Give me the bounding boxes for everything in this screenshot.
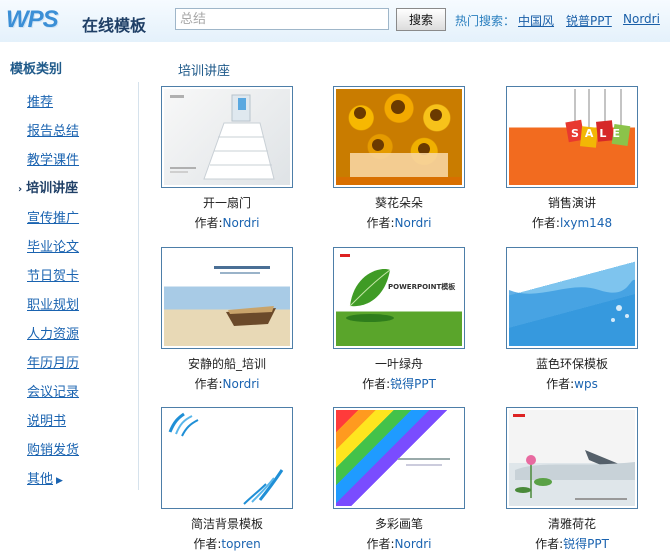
sidebar-item-minutes[interactable]: 会议记录 xyxy=(27,381,79,400)
sidebar-item-career[interactable]: 职业规划 xyxy=(27,294,79,313)
triangle-right-icon: ▶ xyxy=(56,476,63,486)
sunflower-image xyxy=(336,89,462,185)
sidebar-title: 模板类别 xyxy=(10,62,63,77)
stairs-door-image xyxy=(164,89,290,185)
wps-logo: WPS xyxy=(6,6,74,34)
template-card: 葵花朵朵 作者:Nordri xyxy=(329,86,469,231)
template-card: 开一扇门 作者:Nordri xyxy=(157,86,297,231)
template-name: 销售演讲 xyxy=(547,196,596,210)
template-thumbnail[interactable] xyxy=(333,407,465,509)
search-input[interactable] xyxy=(175,8,389,30)
author-link[interactable]: Nordri xyxy=(223,377,260,391)
template-thumbnail[interactable] xyxy=(161,247,293,349)
template-thumbnail[interactable]: POWERPOINT模板 xyxy=(333,247,465,349)
section-title: 培训讲座 xyxy=(178,64,231,79)
sidebar-item-other[interactable]: 其他 ▶ xyxy=(27,468,63,487)
sidebar-item-sales[interactable]: 购销发货 xyxy=(27,439,79,458)
green-leaf-image: POWERPOINT模板 xyxy=(336,250,462,346)
sidebar-item-holiday-card[interactable]: 节日贺卡 xyxy=(27,265,79,284)
sidebar-item-calendar[interactable]: 年历月历 xyxy=(27,352,79,371)
template-card: POWERPOINT模板 一叶绿舟 作者:锐得PPT xyxy=(329,247,469,392)
template-author: 作者:Nordri xyxy=(366,216,432,230)
template-thumbnail[interactable] xyxy=(506,407,638,509)
sidebar-item-training[interactable]: › 培训讲座 xyxy=(18,177,78,196)
template-thumbnail[interactable] xyxy=(506,247,638,349)
sale-text: SALE xyxy=(571,127,626,140)
active-bullet-icon: › xyxy=(18,184,23,195)
hot-search-label: 热门搜索： xyxy=(455,14,516,28)
author-link[interactable]: 锐得PPT xyxy=(563,537,609,551)
simple-background-image xyxy=(164,410,290,506)
hot-link-1[interactable]: 中国风 xyxy=(518,12,554,29)
template-card: 安静的船_培训 作者:Nordri xyxy=(157,247,297,392)
template-name: 安静的船_培训 xyxy=(187,357,266,371)
template-author: 作者:topren xyxy=(193,537,261,551)
author-link[interactable]: lxym148 xyxy=(560,216,612,230)
template-card: 清雅荷花 作者:锐得PPT xyxy=(502,407,642,552)
author-link[interactable]: Nordri xyxy=(223,216,260,230)
author-link[interactable]: Nordri xyxy=(395,537,432,551)
blue-water-image xyxy=(509,250,635,346)
template-thumbnail[interactable]: SALE xyxy=(506,86,638,188)
hot-link-2[interactable]: 锐普PPT xyxy=(566,12,612,29)
hot-link-3[interactable]: Nordri xyxy=(623,12,660,26)
template-author: 作者:Nordri xyxy=(194,216,260,230)
sidebar-item-manual[interactable]: 说明书 xyxy=(27,410,66,429)
template-name: 清雅荷花 xyxy=(547,517,596,531)
template-name: 蓝色环保模板 xyxy=(535,357,608,371)
template-author: 作者:lxym148 xyxy=(531,216,613,230)
sidebar-item-label: 其他 xyxy=(27,472,54,487)
template-author: 作者:锐得PPT xyxy=(535,537,609,551)
template-name: 简洁背景模板 xyxy=(190,517,263,531)
sidebar-item-thesis[interactable]: 毕业论文 xyxy=(27,236,79,255)
sidebar-item-promotion[interactable]: 宣传推广 xyxy=(27,207,79,226)
template-author: 作者:锐得PPT xyxy=(362,377,436,391)
template-card: SALE 销售演讲 作者:lxym148 xyxy=(502,86,642,231)
template-name: 一叶绿舟 xyxy=(374,357,423,371)
template-thumbnail[interactable] xyxy=(333,86,465,188)
author-link[interactable]: Nordri xyxy=(395,216,432,230)
sidebar-item-report[interactable]: 报告总结 xyxy=(27,120,79,139)
sidebar-item-courseware[interactable]: 教学课件 xyxy=(27,149,79,168)
author-link[interactable]: topren xyxy=(221,537,260,551)
lotus-boat-image xyxy=(509,410,635,506)
template-author: 作者:wps xyxy=(546,377,598,391)
template-name: 葵花朵朵 xyxy=(374,196,423,210)
sidebar-item-recommend[interactable]: 推荐 xyxy=(27,91,53,110)
boat-beach-image xyxy=(164,250,290,346)
app-title: 在线模板 xyxy=(82,16,147,35)
sidebar-item-label: 培训讲座 xyxy=(26,181,79,196)
author-link[interactable]: 锐得PPT xyxy=(390,377,436,391)
colored-pencils-image xyxy=(336,410,462,506)
search-button[interactable]: 搜索 xyxy=(396,8,446,31)
logo-text: WPS xyxy=(6,6,59,33)
sidebar-divider xyxy=(138,82,139,490)
template-card: 多彩画笔 作者:Nordri xyxy=(329,407,469,552)
author-link[interactable]: wps xyxy=(574,377,598,391)
template-author: 作者:Nordri xyxy=(366,537,432,551)
template-card: 简洁背景模板 作者:topren xyxy=(157,407,297,552)
template-card: 蓝色环保模板 作者:wps xyxy=(502,247,642,392)
template-thumbnail[interactable] xyxy=(161,407,293,509)
sidebar-item-hr[interactable]: 人力资源 xyxy=(27,323,79,342)
template-author: 作者:Nordri xyxy=(194,377,260,391)
sale-tags-image: SALE xyxy=(509,89,635,185)
template-thumbnail[interactable] xyxy=(161,86,293,188)
template-name: 多彩画笔 xyxy=(374,517,423,531)
template-name: 开一扇门 xyxy=(202,196,251,210)
powerpoint-text: POWERPOINT模板 xyxy=(388,283,456,291)
